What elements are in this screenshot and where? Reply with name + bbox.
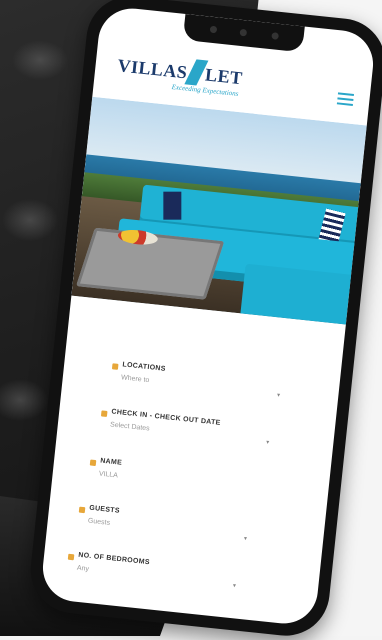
- dates-field[interactable]: CHECK IN - CHECK OUT DATE Select Dates ▾: [100, 408, 271, 447]
- chevron-down-icon: ▾: [232, 583, 237, 590]
- bedrooms-field[interactable]: NO. OF BEDROOMS Any ▾: [67, 552, 238, 590]
- camera-dot: [209, 25, 218, 34]
- chevron-down-icon: ▾: [265, 439, 270, 447]
- phone-mockup: VILLAS LET Exceeding Expectations LOCATI…: [26, 0, 382, 640]
- guests-field[interactable]: GUESTS Guests ▾: [78, 505, 249, 543]
- bed-icon: [67, 553, 75, 561]
- calendar-icon: [100, 410, 108, 417]
- villa-icon: [89, 459, 97, 467]
- chevron-down-icon: ▾: [276, 392, 281, 399]
- guests-icon: [78, 506, 86, 514]
- locations-field[interactable]: LOCATIONS Where to ▾: [111, 361, 282, 399]
- location-icon: [111, 363, 119, 370]
- chevron-down-icon: ▾: [243, 535, 248, 543]
- brand-logo[interactable]: VILLAS LET Exceeding Expectations: [115, 51, 268, 106]
- sensor-dot: [271, 32, 279, 40]
- logo-text-right: LET: [204, 64, 244, 89]
- hamburger-icon[interactable]: [336, 92, 355, 106]
- logo-text-left: VILLAS: [116, 55, 189, 83]
- hero-image: [71, 96, 367, 325]
- name-field[interactable]: NAME VILLA: [89, 458, 260, 495]
- sensor-dot: [239, 28, 248, 37]
